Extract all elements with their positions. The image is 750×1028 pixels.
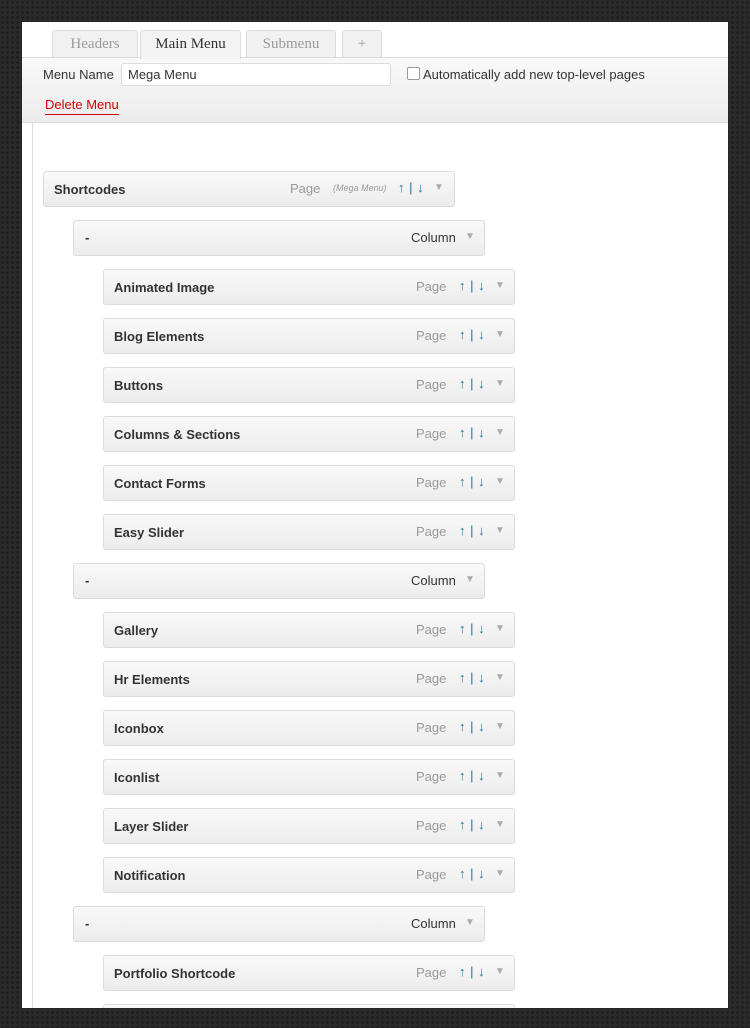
menu-item-row[interactable]: Hr Elements Page ↑ | ↓ ▼ xyxy=(103,661,515,697)
menu-item-type: Page xyxy=(416,965,447,980)
menu-item-type: Page xyxy=(416,622,447,637)
move-up-down-arrows[interactable]: ↑ | ↓ xyxy=(459,817,485,832)
menu-item-row-partial[interactable] xyxy=(103,1004,515,1008)
menu-item-type: Page xyxy=(416,818,447,833)
expand-caret-icon[interactable]: ▼ xyxy=(495,378,505,389)
menu-settings-bar: Menu Name Automatically add new top-leve… xyxy=(22,57,728,123)
menu-item-row[interactable]: Iconbox Page ↑ | ↓ ▼ xyxy=(103,710,515,746)
menu-item-type: Page xyxy=(416,328,447,343)
menu-item-row[interactable]: Gallery Page ↑ | ↓ ▼ xyxy=(103,612,515,648)
column-type: Column xyxy=(411,916,456,931)
expand-caret-icon[interactable]: ▼ xyxy=(495,427,505,438)
column-type: Column xyxy=(411,230,456,245)
move-up-down-arrows[interactable]: ↑ | ↓ xyxy=(459,719,485,734)
menu-item-top-level[interactable]: Shortcodes Page (Mega Menu) ↑ | ↓ ▼ xyxy=(43,171,455,207)
menu-item-type: Page xyxy=(416,671,447,686)
column-title: - xyxy=(85,230,90,245)
menu-item-row[interactable]: Portfolio Shortcode Page ↑ | ↓ ▼ xyxy=(103,955,515,991)
menu-item-title: Blog Elements xyxy=(114,329,205,344)
menu-item-type: Page xyxy=(416,720,447,735)
menu-item-type: Page xyxy=(416,524,447,539)
menu-item-title: Animated Image xyxy=(114,280,215,295)
menu-item-type: Page xyxy=(416,279,447,294)
expand-caret-icon[interactable]: ▼ xyxy=(465,574,475,585)
menu-item-row[interactable]: Layer Slider Page ↑ | ↓ ▼ xyxy=(103,808,515,844)
menu-item-type: Page xyxy=(416,867,447,882)
menu-item-type: Page xyxy=(416,475,447,490)
menu-item-row[interactable]: Contact Forms Page ↑ | ↓ ▼ xyxy=(103,465,515,501)
move-up-down-arrows[interactable]: ↑ | ↓ xyxy=(459,425,485,440)
add-menu-tab-button[interactable]: + xyxy=(342,30,382,57)
menu-item-type: Page xyxy=(416,769,447,784)
tab-headers[interactable]: Headers xyxy=(52,30,138,57)
auto-add-label: Automatically add new top-level pages xyxy=(423,67,645,82)
menu-item-row[interactable]: Buttons Page ↑ | ↓ ▼ xyxy=(103,367,515,403)
menu-item-row[interactable]: Easy Slider Page ↑ | ↓ ▼ xyxy=(103,514,515,550)
menu-item-title: Portfolio Shortcode xyxy=(114,966,236,981)
move-up-down-arrows[interactable]: ↑ | ↓ xyxy=(459,327,485,342)
menu-item-title: Easy Slider xyxy=(114,525,185,540)
menu-column-row[interactable]: - Column ▼ xyxy=(73,220,485,256)
delete-menu-link[interactable]: Delete Menu xyxy=(45,97,119,115)
menu-item-type: Page xyxy=(290,181,321,196)
menu-column-row[interactable]: - Column ▼ xyxy=(73,563,485,599)
menu-item-title: Iconbox xyxy=(114,721,164,736)
menu-item-type: Page xyxy=(416,426,447,441)
expand-caret-icon[interactable]: ▼ xyxy=(495,672,505,683)
column-title: - xyxy=(85,916,90,931)
menu-item-title: Contact Forms xyxy=(114,476,206,491)
column-type: Column xyxy=(411,573,456,588)
expand-caret-icon[interactable]: ▼ xyxy=(495,966,505,977)
expand-caret-icon[interactable]: ▼ xyxy=(495,819,505,830)
expand-caret-icon[interactable]: ▼ xyxy=(465,917,475,928)
move-up-down-arrows[interactable]: ↑ | ↓ xyxy=(459,474,485,489)
menu-editor-panel: Headers Main Menu Submenu + Menu Name Au… xyxy=(22,22,728,1008)
expand-caret-icon[interactable]: ▼ xyxy=(495,868,505,879)
expand-caret-icon[interactable]: ▼ xyxy=(495,280,505,291)
menu-name-input[interactable] xyxy=(121,63,391,86)
expand-caret-icon[interactable]: ▼ xyxy=(495,476,505,487)
auto-add-checkbox[interactable] xyxy=(407,67,420,80)
move-up-down-arrows[interactable]: ↑ | ↓ xyxy=(459,376,485,391)
tab-submenu[interactable]: Submenu xyxy=(246,30,336,57)
menu-item-row[interactable]: Notification Page ↑ | ↓ ▼ xyxy=(103,857,515,893)
auto-add-pages-option[interactable]: Automatically add new top-level pages xyxy=(407,67,645,82)
move-up-down-arrows[interactable]: ↑ | ↓ xyxy=(459,621,485,636)
menu-name-label: Menu Name xyxy=(43,67,114,82)
move-up-down-arrows[interactable]: ↑ | ↓ xyxy=(459,866,485,881)
menu-item-type: Page xyxy=(416,377,447,392)
menu-item-row[interactable]: Iconlist Page ↑ | ↓ ▼ xyxy=(103,759,515,795)
expand-caret-icon[interactable]: ▼ xyxy=(495,623,505,634)
move-up-down-arrows[interactable]: ↑ | ↓ xyxy=(459,768,485,783)
expand-caret-icon[interactable]: ▼ xyxy=(434,182,444,193)
menu-item-title: Layer Slider xyxy=(114,819,189,834)
move-up-down-arrows[interactable]: ↑ | ↓ xyxy=(459,278,485,293)
expand-caret-icon[interactable]: ▼ xyxy=(495,525,505,536)
expand-caret-icon[interactable]: ▼ xyxy=(465,231,475,242)
menu-item-title: Iconlist xyxy=(114,770,160,785)
expand-caret-icon[interactable]: ▼ xyxy=(495,329,505,340)
move-up-down-arrows[interactable]: ↑ | ↓ xyxy=(459,964,485,979)
content-left-border xyxy=(32,123,33,1008)
menu-item-title: Columns & Sections xyxy=(114,427,241,442)
column-title: - xyxy=(85,573,90,588)
move-up-down-arrows[interactable]: ↑ | ↓ xyxy=(459,670,485,685)
menu-item-row[interactable]: Animated Image Page ↑ | ↓ ▼ xyxy=(103,269,515,305)
menu-item-title: Buttons xyxy=(114,378,164,393)
expand-caret-icon[interactable]: ▼ xyxy=(495,770,505,781)
expand-caret-icon[interactable]: ▼ xyxy=(495,721,505,732)
menu-item-title: Hr Elements xyxy=(114,672,190,687)
menu-item-title: Notification xyxy=(114,868,186,883)
menu-item-note: (Mega Menu) xyxy=(333,183,387,193)
menu-item-title: Gallery xyxy=(114,623,159,638)
menu-column-row[interactable]: - Column ▼ xyxy=(73,906,485,942)
move-up-down-arrows[interactable]: ↑ | ↓ xyxy=(398,180,424,195)
menu-item-row[interactable]: Blog Elements Page ↑ | ↓ ▼ xyxy=(103,318,515,354)
menu-item-title: Shortcodes xyxy=(54,182,126,197)
menu-item-row[interactable]: Columns & Sections Page ↑ | ↓ ▼ xyxy=(103,416,515,452)
move-up-down-arrows[interactable]: ↑ | ↓ xyxy=(459,523,485,538)
menu-tabs: Headers Main Menu Submenu + xyxy=(22,22,728,59)
tab-main-menu[interactable]: Main Menu xyxy=(140,30,241,59)
